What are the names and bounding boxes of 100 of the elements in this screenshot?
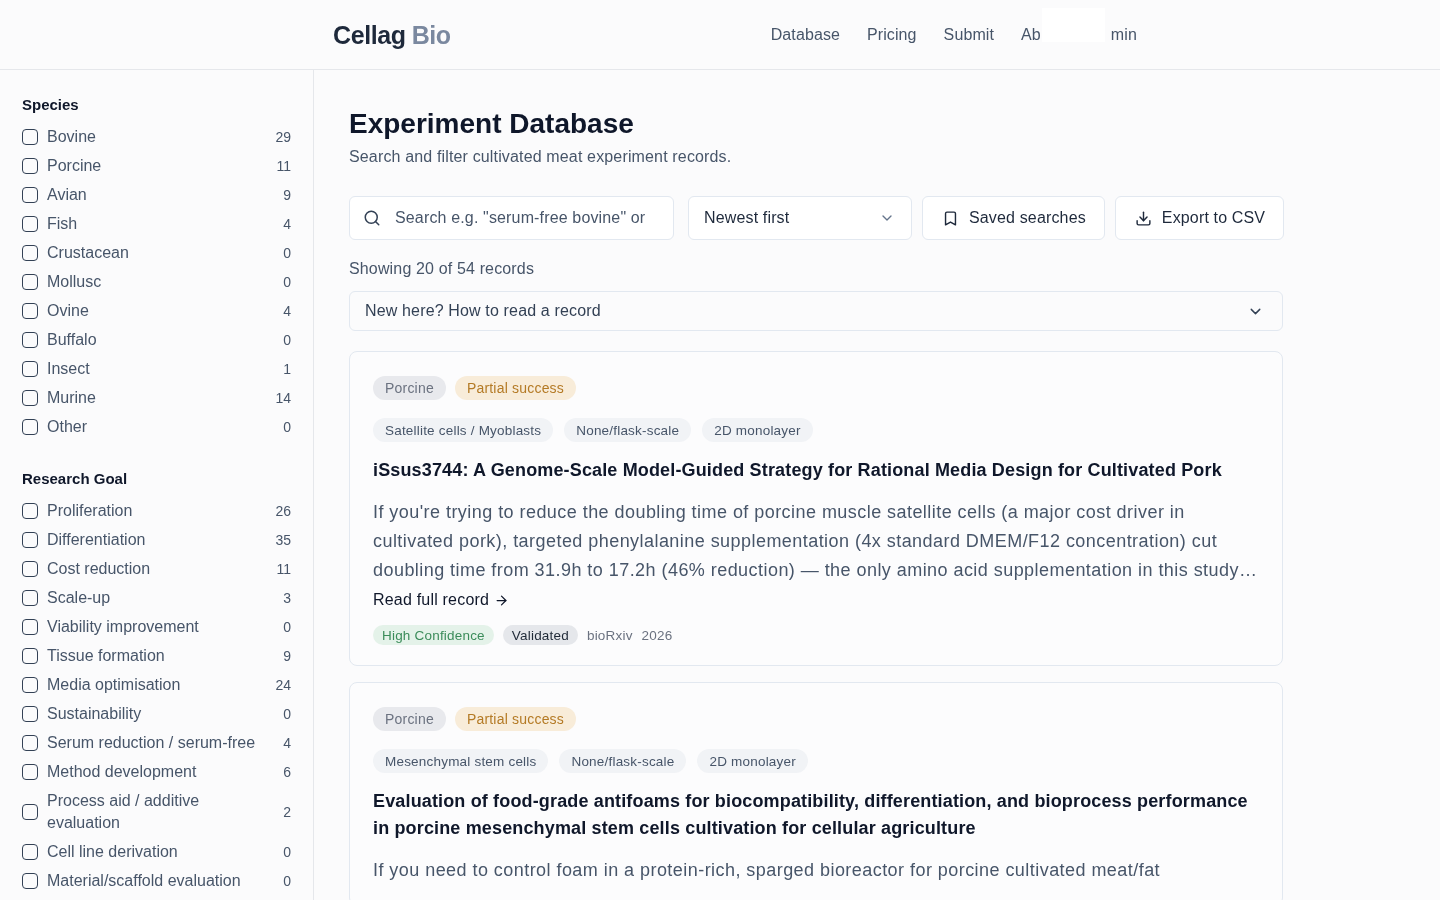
export-button[interactable]: Export to CSV — [1114, 196, 1285, 240]
checkbox[interactable] — [22, 157, 38, 174]
checkbox[interactable] — [22, 389, 38, 406]
filter-label[interactable]: Tissue formation — [47, 644, 165, 667]
arrow-right-icon — [494, 592, 510, 608]
outcome-badge: Partial success — [454, 376, 577, 400]
checkbox[interactable] — [22, 676, 38, 693]
download-icon — [1134, 209, 1152, 227]
record-tag: 2D monolayer — [702, 418, 813, 442]
checkbox[interactable] — [22, 128, 38, 145]
filter-count: 26 — [274, 501, 291, 521]
filter-label[interactable]: Avian — [47, 183, 87, 206]
filter-count: 9 — [282, 185, 291, 205]
species-tag: Porcine — [373, 376, 446, 400]
filter-count: 1 — [282, 359, 291, 379]
record-tag: 2D monolayer — [697, 749, 808, 773]
filter-label[interactable]: Insect — [47, 357, 90, 380]
species-tag: Porcine — [373, 707, 446, 731]
filter-label[interactable]: Serum reduction / serum-free — [47, 731, 256, 754]
search-icon — [363, 209, 381, 227]
checkbox[interactable] — [22, 734, 38, 751]
filter-count: 2 — [282, 802, 291, 822]
checkbox[interactable] — [22, 331, 38, 348]
record-title: iSsus3744: A Genome-Scale Model-Guided Strategy for Rational Media Design for Cultivated Pork — [373, 459, 1223, 482]
filter-label[interactable]: Mollusc — [47, 270, 102, 293]
checkbox[interactable] — [22, 244, 38, 261]
filter-label[interactable]: Cell line derivation — [47, 840, 178, 863]
filter-group-title: Species — [22, 95, 80, 115]
filter-label[interactable]: Crustacean — [47, 241, 129, 264]
checkbox[interactable] — [22, 531, 38, 548]
filter-label[interactable]: Proliferation — [47, 499, 133, 522]
filter-label[interactable]: Method development — [47, 760, 197, 783]
checkbox[interactable] — [22, 647, 38, 664]
filter-label[interactable]: Material/scaffold evaluation — [47, 869, 241, 892]
sort-select[interactable]: Newest first — [688, 196, 912, 240]
checkbox[interactable] — [22, 215, 38, 232]
nav-link[interactable]: Database — [770, 23, 840, 46]
filter-label[interactable]: Cost reduction — [47, 557, 151, 580]
record-title: Evaluation of food-grade antifoams for biocompatibility, differentiation, and bioprocess performance in porcine mesenchymal stem cells cultivation for cellular agriculture — [373, 790, 1249, 840]
checkbox[interactable] — [22, 273, 38, 290]
filter-count: 0 — [282, 704, 291, 724]
filter-label[interactable]: Sustainability — [47, 702, 142, 725]
checkbox[interactable] — [22, 360, 38, 377]
filter-count: 11 — [275, 156, 291, 176]
filter-count: 4 — [282, 301, 291, 321]
saved-searches-button[interactable]: Saved searches — [922, 196, 1105, 240]
record-summary: If you're trying to reduce the doubling time of porcine muscle satellite cells (a major cost driver in cultivated pork), targeted phenylalanine supplementation (4x standard DMEM/F12 concentration) cut doubling time from 31.9h to 17.2h (46% reduction) — the only amino acid supplementation in this study… — [373, 501, 1259, 582]
filter-label[interactable]: Differentiation — [47, 528, 146, 551]
filter-count: 11 — [275, 559, 291, 579]
checkbox[interactable] — [22, 502, 38, 519]
filter-label[interactable]: Other — [47, 415, 87, 438]
status-badge: Validated — [502, 625, 578, 645]
year-label: 2026 — [641, 627, 673, 643]
filter-count: 9 — [282, 646, 291, 666]
record-tag: Satellite cells / Myoblasts — [373, 418, 554, 442]
page-title: Experiment Database — [349, 108, 635, 140]
checkbox[interactable] — [22, 705, 38, 722]
filter-count: 0 — [282, 842, 291, 862]
filter-count: 4 — [282, 214, 291, 234]
record-summary: If you need to control foam in a protein-rich, sparged bioreactor for porcine cultivated meat/fat — [373, 859, 1162, 882]
filter-count: 0 — [282, 617, 291, 637]
checkbox[interactable] — [22, 843, 38, 860]
checkbox[interactable] — [22, 618, 38, 635]
checkbox[interactable] — [22, 803, 38, 820]
nav-link[interactable]: min — [1110, 23, 1137, 46]
nav-link[interactable]: Pricing — [867, 23, 917, 46]
filter-count: 0 — [282, 417, 291, 437]
filter-count: 0 — [282, 243, 291, 263]
filter-label[interactable]: Scale-up — [47, 586, 111, 609]
checkbox[interactable] — [22, 418, 38, 435]
record-tag: None/flask-scale — [559, 749, 687, 773]
filter-count: 3 — [282, 588, 291, 608]
filter-label[interactable]: Buffalo — [47, 328, 97, 351]
filter-count: 0 — [282, 272, 291, 292]
logo[interactable]: Cellag Bio — [333, 19, 451, 50]
filter-count: 4 — [282, 733, 291, 753]
filter-label[interactable]: Media optimisation — [47, 673, 181, 696]
filter-label[interactable]: Fish — [47, 212, 78, 235]
page-subtitle: Search and filter cultivated meat experiment records. — [349, 147, 733, 167]
filter-label[interactable]: Viability improvement — [47, 615, 199, 638]
checkbox[interactable] — [22, 302, 38, 319]
guide-accordion[interactable]: New here? How to read a record — [349, 291, 1283, 331]
read-full-record-link[interactable]: Read full record — [373, 589, 510, 611]
filter-label[interactable]: Bovine — [47, 125, 96, 148]
filter-count: 0 — [282, 330, 291, 350]
checkbox[interactable] — [22, 589, 38, 606]
source-label: bioRxiv — [586, 627, 633, 643]
checkbox[interactable] — [22, 186, 38, 203]
search-field[interactable]: Search e.g. "serum-free bovine" or — [349, 196, 674, 240]
filter-count: 24 — [274, 675, 291, 695]
nav-link[interactable]: Submit — [943, 23, 994, 46]
checkbox[interactable] — [22, 872, 38, 889]
nav-link[interactable]: Ab — [1021, 23, 1041, 46]
checkbox[interactable] — [22, 560, 38, 577]
filter-label[interactable]: Ovine — [47, 299, 89, 322]
record-tag: Mesenchymal stem cells — [373, 749, 549, 773]
checkbox[interactable] — [22, 763, 38, 780]
filter-label[interactable]: Process aid / additive evaluation — [47, 789, 259, 834]
filter-label[interactable]: Porcine — [47, 154, 102, 177]
filter-label[interactable]: Murine — [47, 386, 96, 409]
